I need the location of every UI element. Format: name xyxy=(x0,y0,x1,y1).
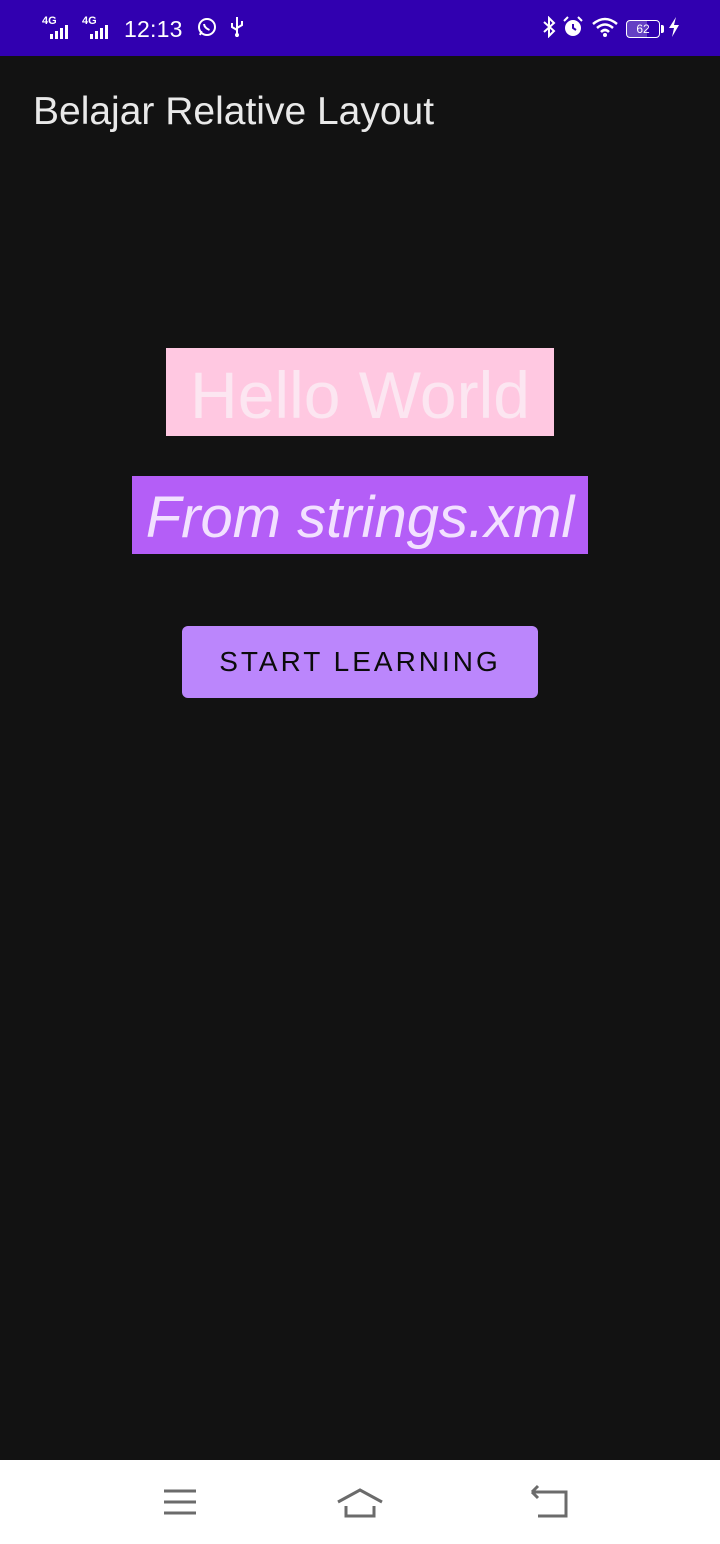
whatsapp-icon xyxy=(197,17,217,42)
hello-world-text: Hello World xyxy=(166,348,554,436)
from-strings-text: From strings.xml xyxy=(132,476,588,554)
navigation-bar xyxy=(0,1460,720,1544)
start-learning-button[interactable]: START LEARNING xyxy=(182,626,538,698)
wifi-icon xyxy=(592,16,618,43)
signal-icon-2: 4G xyxy=(82,16,116,42)
status-bar: 4G 4G 12:13 62 xyxy=(0,0,720,56)
app-bar-title: Belajar Relative Layout xyxy=(33,90,435,133)
status-bar-right: 62 xyxy=(542,14,680,44)
signal-icon: 4G xyxy=(42,16,76,42)
battery-level: 62 xyxy=(636,22,650,36)
status-bar-left: 4G 4G 12:13 xyxy=(42,14,257,44)
battery-icon: 62 xyxy=(626,20,664,38)
charging-icon xyxy=(668,16,680,42)
back-icon[interactable] xyxy=(520,1478,580,1528)
home-icon[interactable] xyxy=(330,1478,390,1528)
menu-icon[interactable] xyxy=(150,1478,210,1528)
bluetooth-icon xyxy=(542,15,556,43)
clock: 12:13 xyxy=(124,15,183,42)
app-screen: 4G 4G 12:13 62 Belajar Relative Layout H… xyxy=(0,0,720,1544)
alarm-icon xyxy=(562,15,584,43)
usb-icon xyxy=(229,16,245,43)
